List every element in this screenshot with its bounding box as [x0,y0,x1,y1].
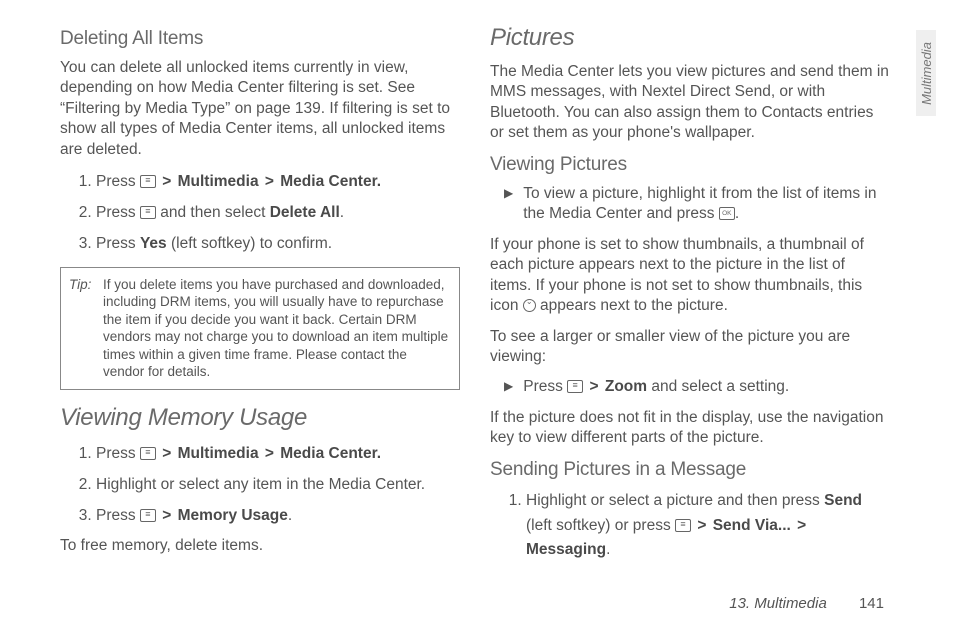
chevron-icon: > [587,378,600,395]
chevron-icon: > [160,507,173,524]
nav-media-center: Media Center. [280,173,381,190]
text: . [340,204,344,221]
chevron-icon: > [160,445,173,462]
text: To view a picture, highlight it from the… [523,185,876,222]
step-1: Press > Multimedia > Media Center. [96,442,460,467]
text: . [735,205,739,222]
heading-sending-pictures: Sending Pictures in a Message [490,459,890,481]
option-delete-all: Delete All [270,204,340,221]
footer-page-number: 141 [859,595,884,612]
menu-icon [140,206,156,219]
para-delete-desc: You can delete all unlocked items curren… [60,58,460,160]
heading-viewing-memory-usage: Viewing Memory Usage [60,404,460,432]
menu-icon [140,509,156,522]
text: . [606,541,610,558]
text: Press [96,204,140,221]
arrow-icon: ▶ [504,184,513,225]
softkey-yes: Yes [140,235,167,252]
chevron-icon: > [695,517,708,534]
picture-icon [523,299,536,312]
ok-icon [719,207,735,220]
page-footer: 13. Multimedia 141 [729,595,884,612]
text: Press [96,445,140,462]
text: Press [96,173,140,190]
text: Press [96,235,140,252]
nav-multimedia: Multimedia [178,173,259,190]
chevron-icon: > [160,173,173,190]
text: . [288,507,292,524]
text: (left softkey) or press [526,517,675,534]
section-tab-label: Multimedia [919,42,934,105]
menu-icon [140,447,156,460]
heading-viewing-pictures: Viewing Pictures [490,154,890,176]
right-column: Pictures The Media Center lets you view … [490,24,890,571]
section-tab: Multimedia [916,30,936,116]
softkey-send: Send [824,492,862,509]
steps-send: Highlight or select a picture and then p… [490,489,890,563]
bullet-view-picture: ▶ To view a picture, highlight it from t… [504,184,890,225]
left-column: Deleting All Items You can delete all un… [60,24,460,571]
steps-memory: Press > Multimedia > Media Center. Highl… [60,442,460,528]
footer-chapter: 13. Multimedia [729,595,827,612]
text: Press > Zoom and select a setting. [523,377,789,397]
text: and select a setting. [647,378,789,395]
text: Highlight or select a picture and then p… [526,492,824,509]
chevron-icon: > [263,173,276,190]
para-zoom-intro: To see a larger or smaller view of the p… [490,327,890,368]
nav-multimedia: Multimedia [178,445,259,462]
step-3: Press Yes (left softkey) to confirm. [96,232,460,257]
menu-icon [675,519,691,532]
heading-deleting-all-items: Deleting All Items [60,28,460,50]
steps-delete: Press > Multimedia > Media Center. Press… [60,170,460,256]
step-1: Press > Multimedia > Media Center. [96,170,460,195]
option-send-via: Send Via... [713,517,791,534]
option-messaging: Messaging [526,541,606,558]
text: To view a picture, highlight it from the… [523,184,890,225]
text: (left softkey) to confirm. [167,235,332,252]
arrow-icon: ▶ [504,377,513,397]
menu-icon [140,175,156,188]
heading-pictures: Pictures [490,24,890,52]
tip-box: Tip: If you delete items you have purcha… [60,267,460,390]
text: appears next to the picture. [536,297,728,314]
tip-body: If you delete items you have purchased a… [103,277,448,380]
text: and then select [156,204,270,221]
bullet-zoom: ▶ Press > Zoom and select a setting. [504,377,890,397]
page-body: Deleting All Items You can delete all un… [60,24,892,571]
option-memory-usage: Memory Usage [178,507,288,524]
nav-media-center: Media Center. [280,445,381,462]
chevron-icon: > [263,445,276,462]
para-thumbnail: If your phone is set to show thumbnails,… [490,235,890,317]
chevron-icon: > [795,517,808,534]
option-zoom: Zoom [605,378,647,395]
text: Press [523,378,567,395]
para-pictures-intro: The Media Center lets you view pictures … [490,62,890,144]
para-free-memory: To free memory, delete items. [60,536,460,556]
para-nav-key: If the picture does not fit in the displ… [490,408,890,449]
step-2: Highlight or select any item in the Medi… [96,473,460,498]
step-1: Highlight or select a picture and then p… [526,489,890,563]
text: Press [96,507,140,524]
step-3: Press > Memory Usage. [96,504,460,529]
step-2: Press and then select Delete All. [96,201,460,226]
tip-label: Tip: [69,276,91,294]
menu-icon [567,380,583,393]
